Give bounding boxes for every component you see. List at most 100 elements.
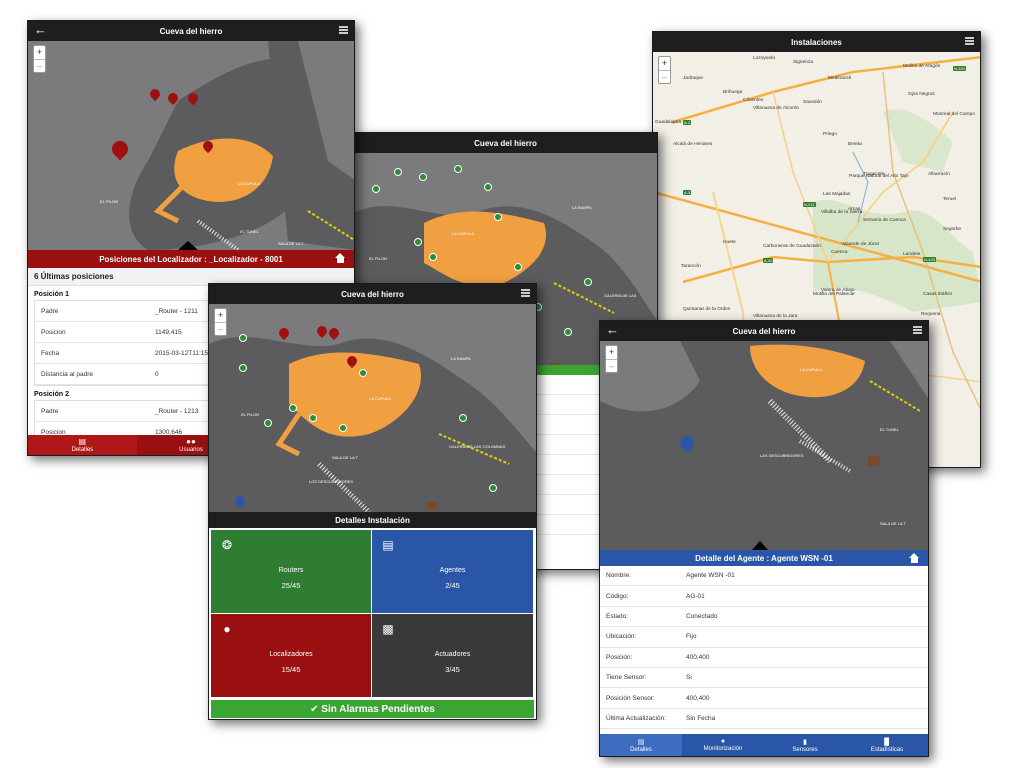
map-label: LA CUPULA — [452, 231, 475, 236]
zoom-in-button[interactable]: + — [34, 46, 45, 59]
row-key: Código: — [606, 592, 629, 600]
row-value: AG-01 — [686, 592, 705, 600]
tab-bar: ▤ Detalles ● Monitorización ▮ Sensores ▉… — [600, 734, 928, 756]
map-place-label: Villalba de la Sierra — [821, 210, 863, 215]
window-title: Instalaciones — [791, 37, 842, 47]
router-marker[interactable] — [359, 369, 367, 377]
home-icon[interactable] — [909, 553, 920, 563]
router-marker[interactable] — [459, 414, 467, 422]
map-place-label: Guadalajara — [655, 120, 682, 125]
router-marker[interactable] — [429, 253, 437, 261]
router-marker[interactable] — [289, 404, 297, 412]
zoom-control[interactable]: + – — [214, 308, 227, 336]
tab-label: Usuarios — [179, 447, 203, 453]
zoom-in-button[interactable]: + — [215, 309, 226, 322]
alarm-status-text: ✔ Sin Alarmas Pendientes — [310, 703, 435, 715]
map-label: EL TUNEL — [240, 229, 259, 234]
row-value: 1149,415 — [155, 328, 182, 336]
map-place-label: Tarancón — [681, 264, 701, 269]
agent-device-icon: ▤ — [382, 538, 394, 552]
alarm-status-bar[interactable]: ✔ Sin Alarmas Pendientes — [211, 700, 534, 718]
tab-estadisticas[interactable]: ▉ Estadísticas — [846, 734, 928, 756]
tile-localizadores[interactable]: ● Localizadores 15/45 — [211, 614, 371, 697]
router-marker[interactable] — [239, 364, 247, 372]
tile-actuadores[interactable]: ▩ Actuadores 3/45 — [372, 614, 533, 697]
zoom-out-button[interactable]: – — [659, 70, 670, 83]
cave-map[interactable]: LA CUPULA EL PILON EL TUNEL SALA DE LA T — [28, 41, 354, 250]
map-place-label: Huete — [723, 240, 736, 245]
map-label: SALA DE LA T — [332, 455, 358, 460]
cave-map-graphic — [129, 41, 354, 250]
router-marker[interactable] — [489, 484, 497, 492]
router-marker[interactable] — [394, 168, 402, 176]
tile-value: 15/45 — [281, 665, 301, 675]
row-key: Posición: — [606, 653, 633, 661]
menu-icon[interactable] — [965, 37, 974, 45]
map-label: SALA DE LA T — [880, 521, 906, 526]
bar-chart-icon: ▉ — [884, 738, 890, 746]
map-place-label: Cifuentes — [743, 98, 764, 103]
zoom-out-button[interactable]: – — [34, 59, 45, 72]
router-marker[interactable] — [372, 185, 380, 193]
tab-monitorizacion[interactable]: ● Monitorización — [682, 734, 764, 756]
row-key: Nombre: — [606, 572, 631, 580]
menu-icon[interactable] — [339, 26, 348, 34]
zoom-control[interactable]: + – — [658, 56, 671, 84]
back-arrow-icon[interactable]: ← — [34, 23, 47, 37]
top-bar: Cueva del hierro — [354, 133, 657, 153]
map-label: LA RAMPA — [572, 205, 592, 210]
router-marker[interactable] — [309, 414, 317, 422]
tile-agentes[interactable]: ▤ Agentes 2/45 — [372, 530, 533, 613]
zoom-in-button[interactable]: + — [659, 57, 670, 70]
cave-map[interactable]: LA RAMPA LA CUPULA EL PILON SALA DE LA T… — [209, 304, 536, 512]
top-bar: ← Cueva del hierro — [600, 321, 928, 341]
router-marker[interactable] — [264, 419, 272, 427]
row-key: Fecha — [41, 349, 60, 357]
tab-sensores[interactable]: ▮ Sensores — [764, 734, 846, 756]
router-marker[interactable] — [484, 183, 492, 191]
menu-icon[interactable] — [913, 326, 922, 334]
cave-map[interactable]: LA CUPULA EL TUNEL LAS DESCUBRIDORES SAL… — [600, 341, 928, 550]
window-detalles-instalacion: Cueva del hierro LA RAMPA LA CUPULA EL P… — [208, 283, 537, 720]
tab-detalles[interactable]: ▤ Detalles — [600, 734, 682, 756]
router-marker[interactable] — [514, 263, 522, 271]
map-label: LA RAMPA — [451, 356, 471, 361]
map-place-label: Monreal del Campo — [933, 112, 975, 117]
map-label: EL PILON — [369, 256, 387, 261]
router-marker[interactable] — [454, 165, 462, 173]
map-place-label: Valverde de Júcar — [841, 242, 880, 247]
router-marker[interactable] — [239, 334, 247, 342]
tab-label: Sensores — [792, 746, 818, 753]
map-place-label: Brihuega — [723, 90, 743, 95]
map-label: LAS DESCUBRIDORES — [760, 453, 804, 458]
localizador-header-bar: Posiciones del Localizador : _Localizado… — [28, 250, 354, 268]
cave-map-graphic — [209, 337, 536, 512]
header-title: Posiciones del Localizador : _Localizado… — [99, 254, 283, 264]
tab-detalles[interactable]: ▤ Detalles — [28, 435, 137, 455]
map-label: GALERÍA DE LAS COLUMNAS — [449, 444, 506, 449]
location-pin-icon: ● — [223, 622, 231, 636]
tile-routers[interactable]: ❂ Routers 25/45 — [211, 530, 371, 613]
row-value: Sin Fecha — [686, 714, 716, 722]
zoom-out-button[interactable]: – — [215, 322, 226, 335]
tab-label: Estadísticas — [870, 746, 904, 753]
menu-icon[interactable] — [521, 289, 530, 297]
router-marker[interactable] — [564, 328, 572, 336]
back-arrow-icon[interactable]: ← — [606, 323, 619, 337]
home-icon[interactable] — [335, 253, 346, 263]
router-marker[interactable] — [584, 278, 592, 286]
router-marker[interactable] — [494, 213, 502, 221]
zoom-control[interactable]: + – — [33, 45, 46, 73]
router-marker[interactable] — [419, 173, 427, 181]
router-marker[interactable] — [339, 424, 347, 432]
router-marker[interactable] — [414, 238, 422, 246]
map-place-label: Segorbe — [943, 227, 962, 232]
zoom-control[interactable]: + – — [605, 345, 618, 373]
tab-label: Monitorización — [703, 746, 743, 752]
zoom-in-button[interactable]: + — [606, 346, 617, 359]
agent-detail-list: Nombre: Agente WSN -01 Código: AG-01 Estado:… — [600, 566, 928, 730]
agent-detail-row: Posición: 400,400 — [600, 648, 928, 668]
row-value: 0 — [155, 370, 159, 378]
map-label: LA CUPULA — [238, 181, 261, 186]
zoom-out-button[interactable]: – — [606, 359, 617, 372]
